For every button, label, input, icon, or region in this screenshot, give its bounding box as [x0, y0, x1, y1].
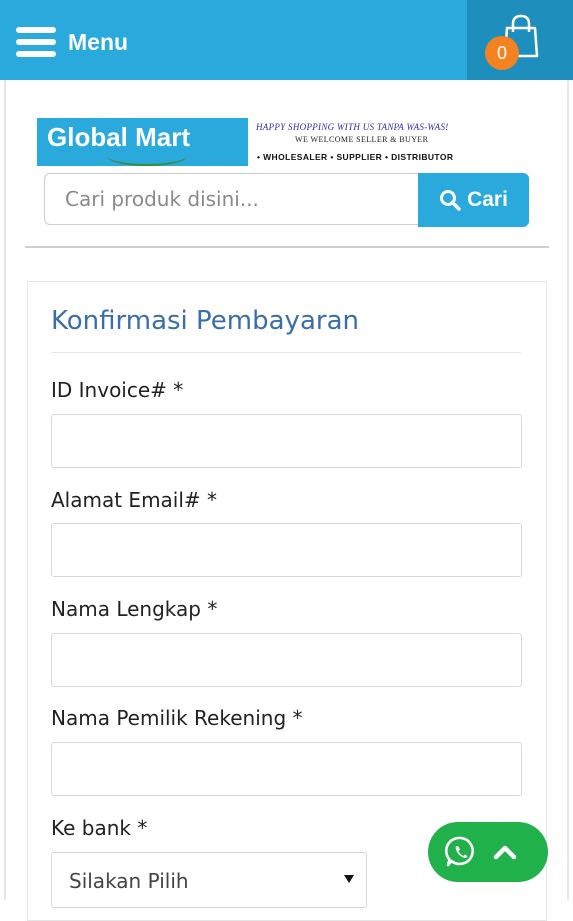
menu-button[interactable]: Menu — [16, 22, 128, 62]
logo-tagline-1: HAPPY SHOPPING WITH US TANPA WAS-WAS! — [256, 122, 449, 132]
whatsapp-floating-button[interactable] — [428, 822, 548, 882]
invoice-id-label: ID Invoice# * — [51, 378, 184, 402]
search-icon — [439, 189, 461, 211]
chevron-up-icon[interactable] — [492, 840, 518, 864]
logo-tagline-2: WE WELCOME SELLER & BUYER — [295, 135, 429, 144]
search-button[interactable]: Cari — [418, 173, 529, 227]
search-bar: Cari — [44, 173, 529, 227]
page-border-right — [567, 80, 569, 900]
caret-down-icon — [344, 875, 354, 883]
email-input[interactable] — [51, 523, 522, 577]
menu-label: Menu — [68, 28, 129, 55]
logo-smile-mark — [107, 146, 187, 166]
title-divider — [51, 352, 521, 353]
search-input[interactable] — [44, 173, 418, 225]
bank-label: Ke bank * — [51, 816, 148, 840]
logo-brand-box: Global Mart — [37, 118, 248, 166]
bank-select-value: Silakan Pilih — [69, 869, 189, 893]
whatsapp-icon[interactable] — [444, 835, 478, 869]
full-name-input[interactable] — [51, 633, 522, 687]
cart-count-badge: 0 — [485, 36, 519, 70]
full-name-label: Nama Lengkap * — [51, 597, 218, 621]
header-divider — [25, 246, 549, 248]
hamburger-icon — [16, 27, 56, 57]
page-border-left — [4, 80, 6, 900]
cart-button[interactable]: 0 — [467, 0, 573, 80]
email-label: Alamat Email# * — [51, 488, 218, 512]
logo-tagline-3: • WHOLESALER • SUPPLIER • DISTRIBUTOR — [257, 152, 454, 162]
search-button-label: Cari — [467, 188, 508, 211]
account-holder-input[interactable] — [51, 742, 522, 796]
top-bar: Menu 0 — [0, 0, 573, 80]
site-logo[interactable]: Global Mart HAPPY SHOPPING WITH US TANPA… — [37, 118, 537, 168]
invoice-id-input[interactable] — [51, 414, 522, 468]
form-title: Konfirmasi Pembayaran — [51, 306, 359, 336]
account-holder-label: Nama Pemilik Rekening * — [51, 706, 303, 730]
